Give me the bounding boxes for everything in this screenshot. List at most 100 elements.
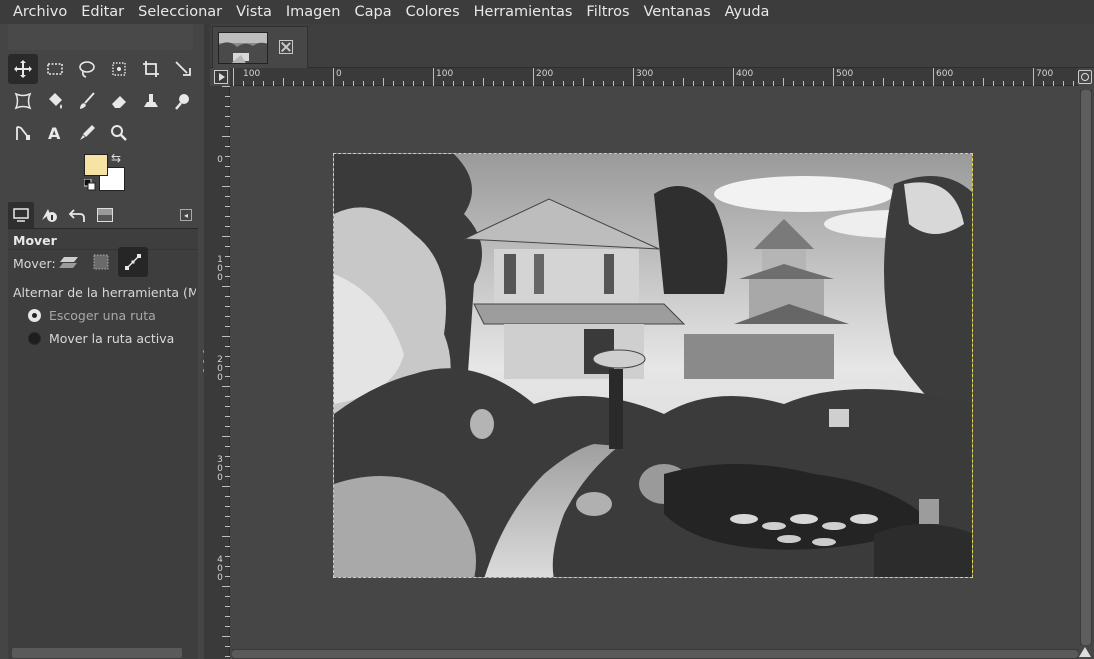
color-picker-tool[interactable] [72, 118, 102, 148]
menu-ayuda[interactable]: Ayuda [718, 0, 777, 24]
ruler-tick [823, 81, 824, 86]
ruler-label: 400 [736, 69, 754, 79]
menu-seleccionar[interactable]: Seleccionar [131, 0, 229, 24]
image-tab[interactable] [212, 26, 308, 68]
menu-filtros[interactable]: Filtros [579, 0, 636, 24]
foreground-color-swatch[interactable] [84, 154, 108, 176]
ruler-tick [225, 126, 230, 127]
radio-button[interactable] [28, 331, 41, 345]
navigate-icon[interactable] [1079, 647, 1091, 657]
horizontal-scrollbar[interactable] [232, 649, 1078, 659]
zoom-fit-icon[interactable] [1078, 70, 1092, 84]
ruler-tick [943, 81, 944, 86]
ruler-tick [303, 81, 304, 86]
bucket-fill-tool[interactable] [40, 86, 70, 116]
menu-imagen[interactable]: Imagen [279, 0, 348, 24]
ruler-label: 400 [217, 555, 223, 583]
ruler-tick [222, 236, 230, 237]
menu-vista[interactable]: Vista [229, 0, 279, 24]
tool-options-title: Mover [13, 233, 57, 248]
ruler-tick [663, 81, 664, 86]
crop-icon [143, 61, 159, 77]
quick-mask-toggle-icon[interactable] [214, 70, 228, 84]
ruler-tick [643, 81, 644, 86]
move-selection-mode-button[interactable] [86, 247, 116, 277]
tab-device-status[interactable] [36, 202, 62, 228]
tab-images[interactable] [92, 202, 118, 228]
ruler-tick [222, 286, 230, 287]
close-tab-icon[interactable] [279, 40, 293, 54]
swap-colors-icon[interactable]: ⇆ [111, 151, 121, 165]
ruler-tick [225, 606, 230, 607]
bucket-fill-icon [49, 93, 62, 109]
ruler-tick [343, 81, 344, 86]
ruler-tick [225, 196, 230, 197]
move-layer-mode-button[interactable] [54, 247, 84, 277]
ruler-label: 500 [836, 69, 854, 79]
toggle-tool-label: Alternar de la herramienta (Mayús) [13, 285, 196, 300]
canvas-image[interactable] [333, 153, 973, 578]
ruler-tick [413, 81, 414, 86]
crop-tool[interactable] [136, 54, 166, 84]
menu-ventanas[interactable]: Ventanas [637, 0, 718, 24]
fuzzy-select-tool[interactable] [104, 54, 134, 84]
unified-transform-icon [175, 61, 191, 76]
ruler-tick [222, 586, 230, 587]
ruler-label: 600 [936, 69, 954, 79]
clone-tool[interactable] [136, 86, 166, 116]
menu-archivo[interactable]: Archivo [6, 0, 74, 24]
tool-options-scrollbar[interactable] [12, 648, 182, 658]
radio-move-active-path-label: Mover la ruta activa [49, 330, 175, 346]
menu-capa[interactable]: Capa [348, 0, 399, 24]
ruler-tick [1033, 68, 1034, 86]
svg-text:A: A [48, 124, 61, 143]
move-tool[interactable] [8, 54, 38, 84]
vertical-scrollbar[interactable] [1080, 90, 1092, 645]
menu-editar[interactable]: Editar [74, 0, 131, 24]
ruler-tick [463, 81, 464, 86]
ruler-tick [225, 156, 230, 157]
ruler-tick [623, 81, 624, 86]
ruler-tick [225, 416, 230, 417]
warp-transform-tool[interactable] [8, 86, 38, 116]
ruler-tick [1063, 81, 1064, 86]
ruler-label: 0 [336, 69, 342, 79]
radio-button-selected[interactable] [28, 308, 41, 322]
clone-icon [144, 94, 158, 107]
horizontal-scroll-thumb[interactable] [232, 650, 1078, 658]
ruler-tick [253, 81, 254, 86]
zoom-tool[interactable] [104, 118, 134, 148]
ruler-tick [225, 346, 230, 347]
ruler-tick [225, 506, 230, 507]
move-path-mode-button[interactable] [118, 247, 148, 277]
ruler-tick [533, 68, 534, 86]
ruler-tick [222, 386, 230, 387]
paintbrush-tool[interactable] [72, 86, 102, 116]
ruler-tick [993, 81, 994, 86]
ruler-tick [323, 81, 324, 86]
ruler-tick [225, 206, 230, 207]
ruler-tick [813, 81, 814, 86]
reset-colors-icon[interactable] [84, 179, 96, 191]
device-status-icon [42, 209, 57, 222]
paths-tool[interactable] [8, 118, 38, 148]
menu-colores[interactable]: Colores [399, 0, 467, 24]
tab-tool-options[interactable] [8, 202, 34, 228]
smudge-icon [175, 94, 189, 110]
menu-herramientas[interactable]: Herramientas [467, 0, 580, 24]
ruler-tick [225, 166, 230, 167]
smudge-tool[interactable] [168, 86, 198, 116]
dock-menu-button[interactable]: ◂ [180, 209, 192, 221]
ruler-tick [225, 616, 230, 617]
unified-transform-tool[interactable] [168, 54, 198, 84]
rect-select-tool[interactable] [40, 54, 70, 84]
radio-pick-path[interactable]: Escoger una ruta [28, 305, 156, 325]
vertical-scroll-thumb[interactable] [1081, 90, 1091, 645]
free-select-tool[interactable] [72, 54, 102, 84]
radio-move-active-path[interactable]: Mover la ruta activa [28, 328, 174, 348]
eraser-tool[interactable] [104, 86, 134, 116]
text-tool[interactable]: A [40, 118, 70, 148]
ruler-tick [225, 576, 230, 577]
ruler-tick [225, 226, 230, 227]
tab-undo-history[interactable] [64, 202, 90, 228]
